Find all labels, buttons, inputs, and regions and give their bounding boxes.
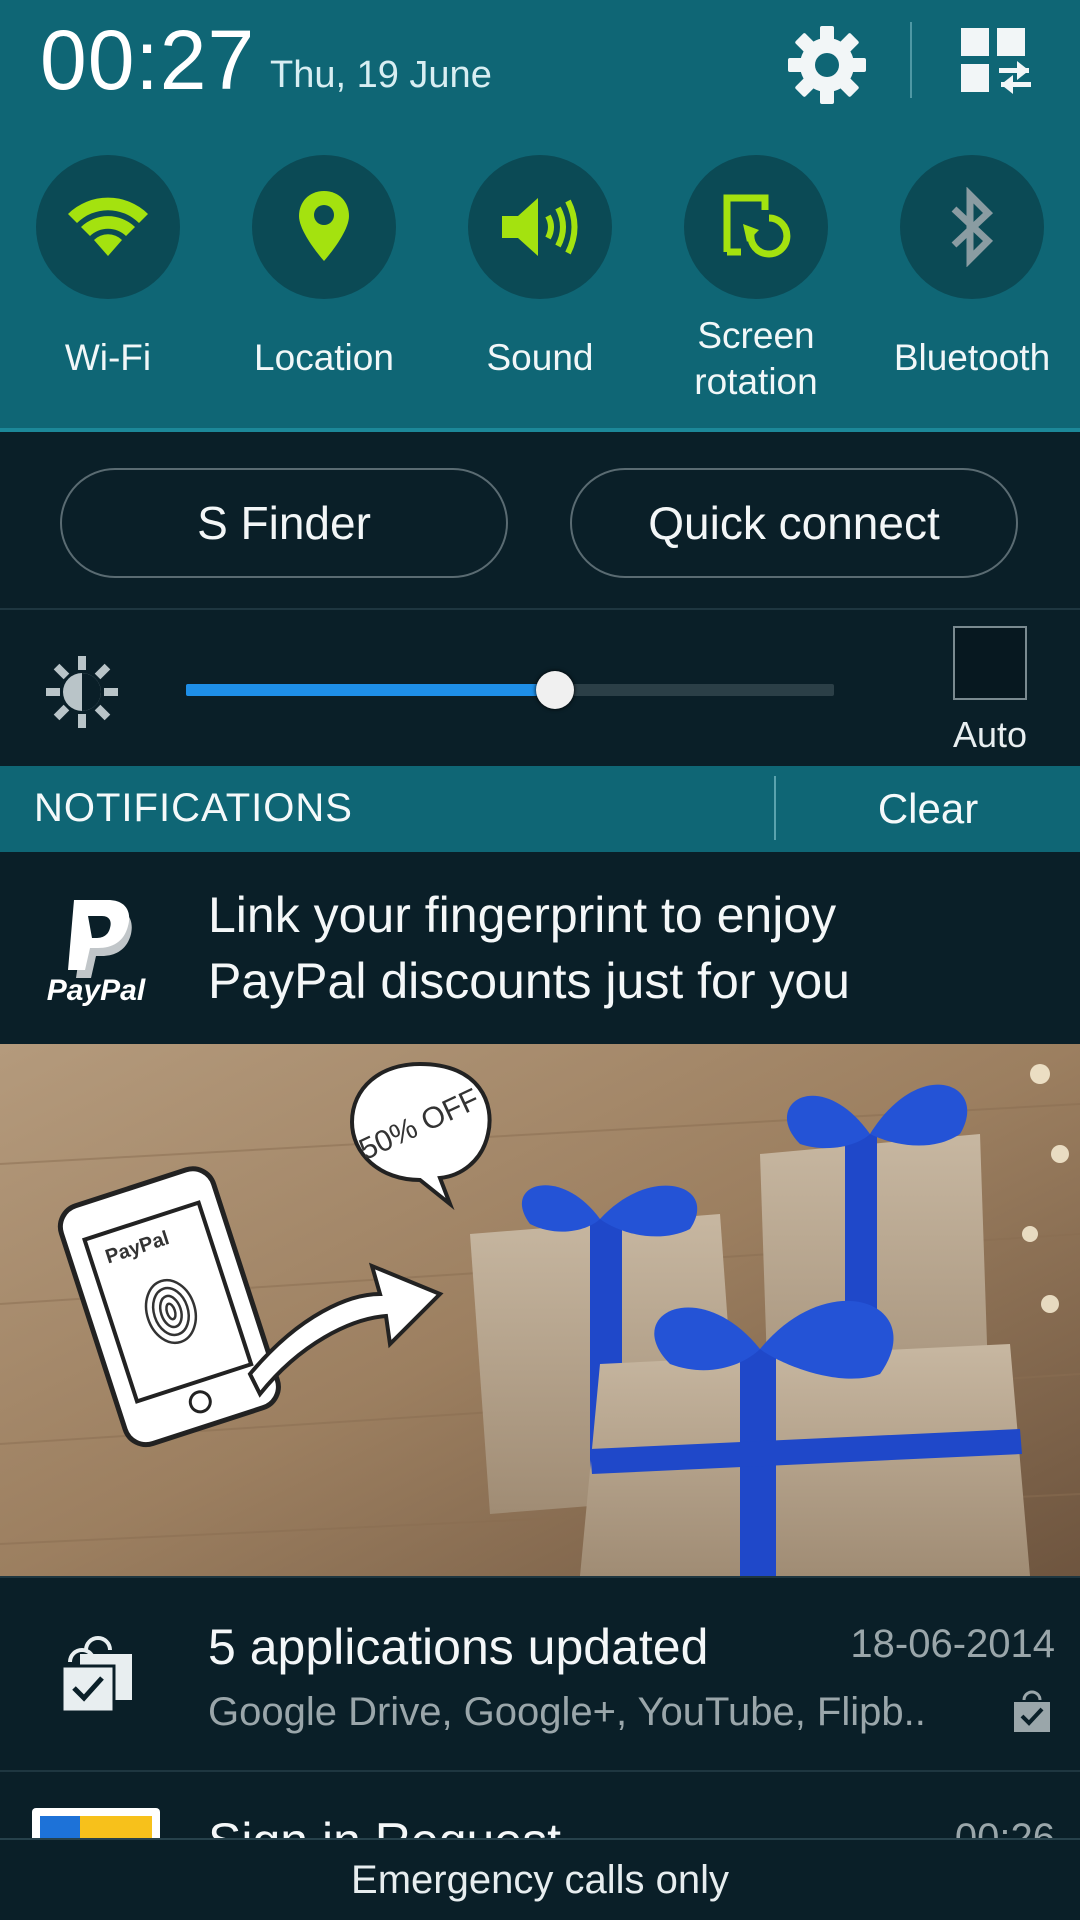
sign-in-request-notification[interactable]: Sign in Request 00:26 — [0, 1772, 1080, 1840]
qs-bluetooth-label: Bluetooth — [893, 337, 1051, 378]
sign-in-request-title: Sign in Request — [208, 1812, 561, 1840]
apps-updated-time: 18-06-2014 — [850, 1622, 1055, 1666]
wifi-icon — [36, 155, 180, 299]
location-pin-icon — [252, 155, 396, 299]
clock: 00:27 — [40, 13, 256, 107]
grid-toggle-icon[interactable] — [955, 22, 1035, 102]
brightness-slider-thumb[interactable] — [536, 671, 575, 709]
auto-brightness-label: Auto — [952, 714, 1028, 755]
paypal-line-1: Link your fingerprint to enjoy — [208, 887, 837, 943]
qs-location-label: Location — [254, 337, 394, 378]
bluetooth-icon — [900, 155, 1044, 299]
brightness-slider[interactable] — [186, 671, 834, 709]
notifications-header: NOTIFICATIONS Clear — [0, 766, 1080, 852]
shortcut-buttons-row: S Finder Quick connect — [0, 432, 1080, 610]
qs-sound-label: Sound — [486, 337, 594, 378]
small-bag-check-icon — [1010, 1690, 1054, 1734]
qs-screen-rotation[interactable]: Screen rotation — [648, 155, 864, 415]
auto-brightness-checkbox[interactable] — [953, 626, 1027, 700]
s-finder-button[interactable]: S Finder — [60, 468, 508, 578]
brightness-row: Auto — [0, 612, 1080, 766]
sign-in-app-icon — [32, 1808, 160, 1840]
date: Thu, 19 June — [270, 54, 492, 96]
quick-panel-header: 00:27 Thu, 19 June Wi-Fi Location Sound … — [0, 0, 1080, 432]
qs-wifi[interactable]: Wi-Fi — [0, 155, 216, 415]
paypal-notification[interactable]: PayPal Link your fingerprint to enjoy Pa… — [0, 852, 1080, 1044]
apps-updated-subtitle: Google Drive, Google+, YouTube, Flipb.. — [208, 1690, 926, 1734]
gear-icon[interactable] — [782, 20, 872, 110]
paypal-line-2: PayPal discounts just for you — [208, 953, 850, 1009]
emergency-calls-footer: Emergency calls only — [0, 1838, 1080, 1920]
paypal-brand-text: PayPal — [46, 974, 146, 1007]
paypal-notification-text: Link your fingerprint to enjoy PayPal di… — [208, 882, 1058, 1014]
paypal-logo-icon: PayPal — [36, 890, 156, 1010]
shopping-bag-check-icon — [56, 1636, 136, 1716]
apps-updated-title: 5 applications updated — [208, 1619, 709, 1675]
rotation-icon — [684, 155, 828, 299]
qs-bluetooth[interactable]: Bluetooth — [864, 155, 1080, 415]
sign-in-request-time: 00:26 — [954, 1816, 1055, 1840]
paypal-promo-banner[interactable]: PayPal 50% OFF — [0, 1044, 1080, 1576]
clear-button[interactable]: Clear — [776, 766, 1080, 852]
qs-wifi-label: Wi-Fi — [64, 337, 152, 378]
brightness-slider-fill — [186, 684, 556, 696]
notifications-title: NOTIFICATIONS — [34, 786, 353, 830]
qs-screen-rotation-text: Screen rotation — [694, 315, 818, 402]
brightness-icon — [44, 654, 120, 730]
quick-connect-button[interactable]: Quick connect — [570, 468, 1018, 578]
apps-updated-notification[interactable]: 5 applications updated 18-06-2014 Google… — [0, 1576, 1080, 1772]
qs-sound[interactable]: Sound — [432, 155, 648, 415]
speaker-icon — [468, 155, 612, 299]
qs-location[interactable]: Location — [216, 155, 432, 415]
qs-screen-rotation-label: Screen rotation — [648, 313, 864, 405]
header-divider — [910, 22, 912, 98]
quick-settings-row: Wi-Fi Location Sound Screen rotation Blu… — [0, 155, 1080, 415]
